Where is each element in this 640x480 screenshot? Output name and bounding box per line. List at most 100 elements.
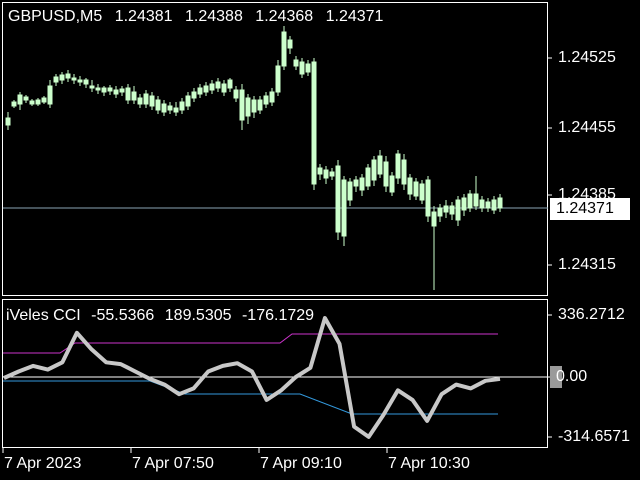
candlesticks: [5, 26, 503, 290]
indicator-value-1: -55.5366: [91, 307, 155, 324]
candle-body: [245, 97, 251, 117]
candle-body: [443, 205, 449, 213]
candle-body: [83, 79, 89, 85]
candle-body: [53, 76, 59, 83]
candle-body: [233, 89, 239, 99]
candle-body: [239, 89, 245, 121]
candle-body: [335, 165, 341, 233]
chart-title: GBPUSD,M5 1.24381 1.24388 1.24368 1.2437…: [8, 8, 391, 26]
candle-body: [107, 87, 113, 92]
candle-body: [329, 171, 335, 177]
candle-body: [59, 74, 65, 81]
candle-body: [353, 179, 359, 187]
candle-body: [287, 39, 293, 49]
candle-body: [293, 59, 299, 67]
candle-body: [131, 91, 137, 101]
candle-body: [359, 177, 365, 191]
candle-body: [281, 31, 287, 67]
candle-body: [35, 99, 41, 105]
candle-body: [215, 81, 221, 89]
candle-body: [455, 199, 461, 221]
candle-body: [407, 177, 413, 195]
candle-body: [419, 183, 425, 201]
price-label: 1.24455: [558, 119, 616, 136]
candle-body: [221, 83, 227, 93]
candle-body: [209, 83, 215, 91]
candle-body: [485, 201, 491, 209]
candle-body: [389, 175, 395, 193]
time-label: 7 Apr 07:50: [132, 455, 214, 472]
candle-body: [77, 79, 83, 83]
time-label: 7 Apr 10:30: [388, 455, 470, 472]
candle-body: [251, 99, 257, 113]
indicator-min-label: -314.6571: [558, 428, 631, 445]
main-chart-pane[interactable]: [2, 2, 548, 296]
candle-body: [95, 87, 101, 91]
candle-body: [383, 161, 389, 187]
candle-body: [137, 97, 143, 105]
current-price-tag: 1.24371: [550, 198, 630, 220]
candle-body: [473, 193, 479, 207]
candle-body: [269, 91, 275, 103]
close-price: 1.24371: [325, 8, 384, 25]
candle-body: [11, 101, 17, 107]
candle-body: [101, 87, 107, 93]
high-price: 1.24388: [185, 8, 243, 25]
indicator-value-3: -176.1729: [241, 307, 315, 324]
cci-lower-band: [3, 380, 498, 415]
candle-body: [65, 73, 71, 79]
candle-body: [29, 100, 35, 105]
candle-body: [227, 79, 233, 89]
candle-body: [47, 85, 53, 105]
indicator-title: iVeles CCI -55.5366 189.5305 -176.1729: [6, 307, 320, 325]
candle-body: [89, 85, 95, 89]
indicator-max-label: 336.2712: [558, 306, 625, 323]
open-price: 1.24381: [114, 8, 173, 25]
candle-body: [479, 199, 485, 209]
candle-body: [257, 99, 263, 111]
low-price: 1.24368: [255, 8, 314, 25]
candle-body: [143, 93, 149, 105]
candle-body: [185, 95, 191, 107]
candle-body: [461, 197, 467, 211]
candle-body: [149, 95, 155, 107]
candle-body: [167, 105, 173, 111]
indicator-name: iVeles CCI: [6, 307, 81, 324]
candle-body: [497, 197, 503, 209]
candle-body: [161, 103, 167, 113]
price-label: 1.24525: [558, 49, 616, 66]
mt4-chart-window[interactable]: [0, 0, 640, 480]
price-label: 1.24315: [558, 256, 616, 273]
candle-body: [437, 207, 443, 217]
candle-body: [179, 101, 185, 111]
candle-body: [341, 179, 347, 237]
cci-upper-band: [3, 333, 498, 354]
candle-body: [431, 211, 437, 227]
candle-body: [395, 153, 401, 179]
candle-body: [347, 181, 353, 201]
candle-body: [17, 94, 23, 105]
candle-body: [371, 159, 377, 181]
candle-body: [401, 159, 407, 185]
candle-body: [119, 88, 125, 93]
candle-body: [275, 65, 281, 93]
time-label: 7 Apr 2023: [4, 455, 82, 472]
candle-body: [323, 169, 329, 179]
time-label: 7 Apr 09:10: [260, 455, 342, 472]
candle-body: [377, 155, 383, 175]
candle-body: [23, 96, 29, 101]
candle-body: [203, 85, 209, 93]
candle-body: [413, 181, 419, 197]
candle-body: [155, 99, 161, 111]
indicator-zero-label: 0.00: [556, 368, 588, 385]
time-axis-ticks: [2, 448, 388, 453]
candle-body: [491, 199, 497, 211]
candle-body: [299, 61, 305, 75]
candle-body: [365, 167, 371, 187]
candle-body: [5, 117, 11, 126]
candle-body: [191, 91, 197, 99]
candle-body: [113, 89, 119, 95]
candle-body: [305, 63, 311, 73]
candle-body: [449, 205, 455, 215]
indicator-value-2: 189.5305: [164, 307, 232, 324]
